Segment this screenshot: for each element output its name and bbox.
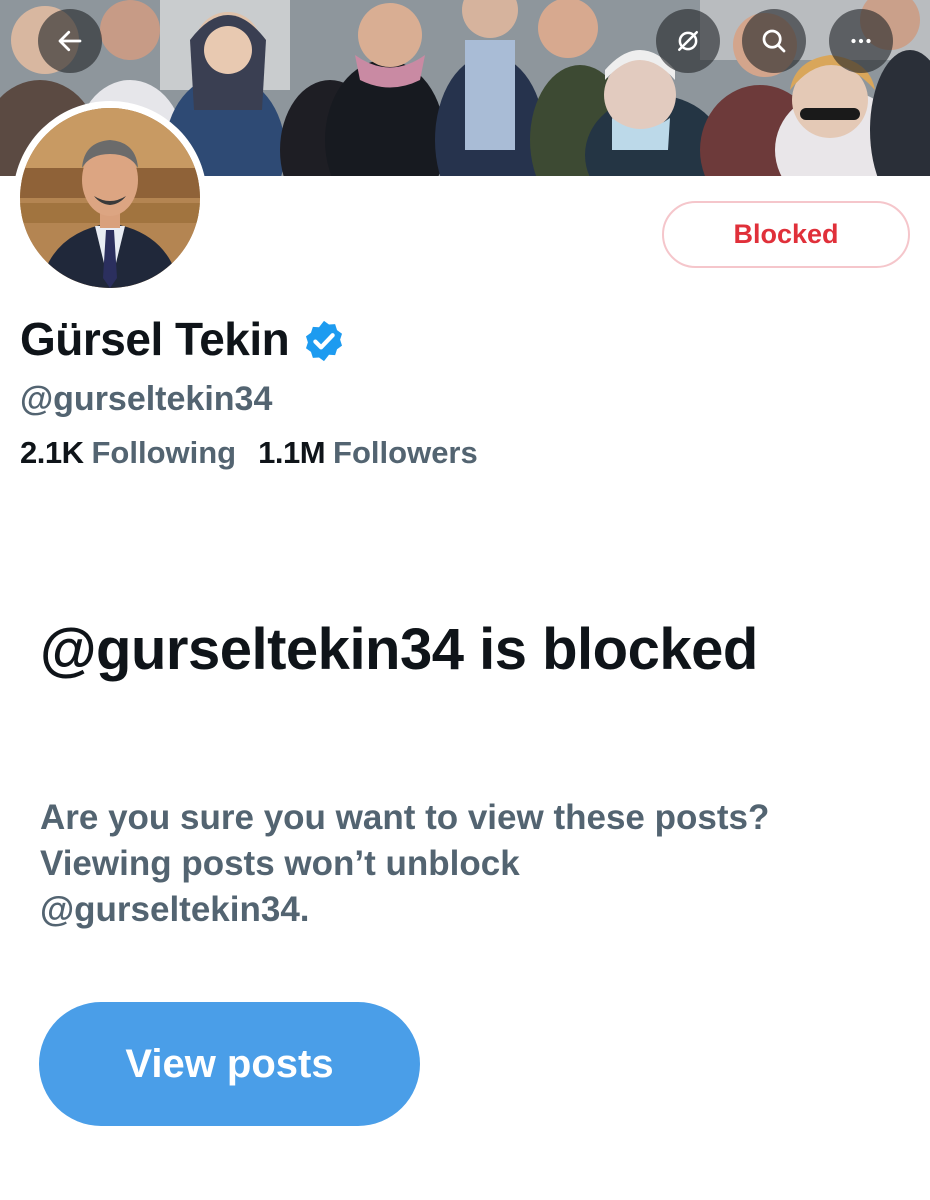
display-name: Gürsel Tekin bbox=[20, 313, 290, 365]
following-link[interactable]: 2.1K Following bbox=[20, 435, 236, 471]
profile-name-row: Gürsel Tekin bbox=[20, 312, 347, 366]
search-button[interactable] bbox=[742, 9, 806, 73]
blocked-notice-line-3: @gurseltekin34. bbox=[40, 890, 310, 929]
view-posts-button[interactable]: View posts bbox=[39, 1002, 420, 1126]
avatar-photo bbox=[20, 108, 200, 288]
more-options-button[interactable] bbox=[829, 9, 893, 73]
grok-button[interactable] bbox=[656, 9, 720, 73]
following-label: Following bbox=[91, 435, 237, 470]
followers-count: 1.1M bbox=[258, 435, 326, 470]
blocked-button[interactable]: Blocked bbox=[662, 201, 910, 268]
blocked-notice-title: @gurseltekin34 is blocked bbox=[40, 617, 758, 682]
profile-stats: 2.1K Following 1.1M Followers bbox=[20, 435, 500, 471]
followers-label: Followers bbox=[333, 435, 478, 470]
grok-icon bbox=[678, 31, 698, 51]
more-icon bbox=[851, 38, 871, 44]
search-icon bbox=[762, 29, 786, 53]
blocked-notice-description: Are you sure you want to view these post… bbox=[40, 795, 920, 933]
blocked-notice-line-2: Viewing posts won’t unblock bbox=[40, 844, 520, 883]
followers-link[interactable]: 1.1M Followers bbox=[258, 435, 478, 471]
blocked-notice-line-1: Are you sure you want to view these post… bbox=[40, 798, 770, 837]
verified-badge-icon[interactable] bbox=[301, 318, 347, 364]
profile-handle: @gurseltekin34 bbox=[20, 380, 273, 418]
back-button[interactable] bbox=[38, 9, 102, 73]
back-arrow-icon bbox=[58, 30, 82, 52]
following-count: 2.1K bbox=[20, 435, 84, 470]
profile-avatar[interactable] bbox=[13, 101, 207, 295]
